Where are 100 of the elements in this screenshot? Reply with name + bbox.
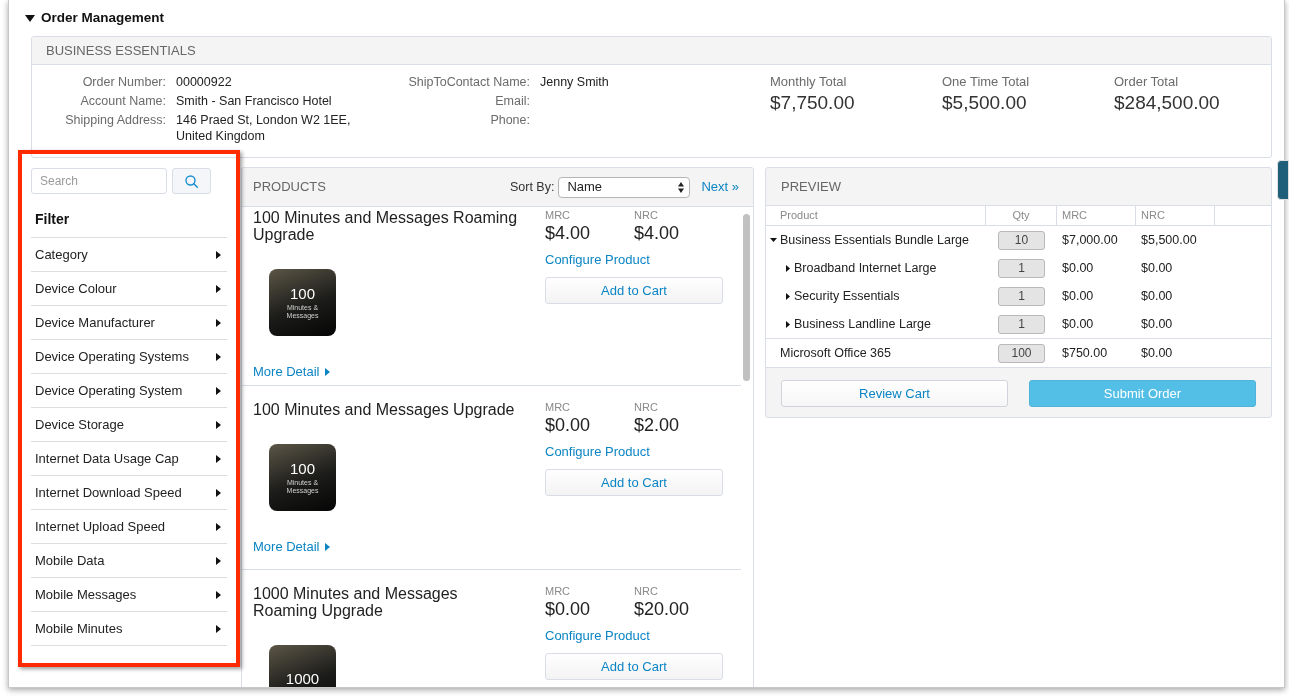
total-value: $5,500.00 [942, 92, 1027, 114]
caret-right-icon[interactable] [216, 352, 221, 361]
filter-item[interactable]: Device Manufacturer [31, 306, 227, 340]
field-value: Jenny Smith [540, 74, 610, 90]
panel-title: PREVIEW [781, 177, 841, 196]
product-name: Broadband Internet Large [794, 259, 937, 277]
filter-item[interactable]: Mobile Messages [31, 578, 227, 612]
caret-down-icon[interactable] [770, 238, 777, 242]
scrollbar[interactable] [743, 214, 750, 381]
up-down-arrow-icon [678, 181, 685, 193]
mrc-value: $0.00 [1062, 316, 1094, 331]
caret-right-icon[interactable] [216, 318, 221, 327]
search-icon [185, 174, 198, 188]
caret-right-icon[interactable] [216, 454, 221, 463]
caret-right-icon[interactable] [216, 624, 221, 633]
side-tab[interactable] [1277, 160, 1289, 200]
nrc-value: $0.00 [1141, 316, 1173, 331]
field-label: Email: [494, 93, 530, 109]
caret-down-icon[interactable] [25, 14, 35, 22]
field-label: Shipping Address: [64, 112, 166, 129]
search-button[interactable] [172, 168, 211, 194]
price-label: NRC [634, 401, 658, 414]
price-value: $4.00 [634, 223, 680, 243]
total-label: Monthly Total [770, 74, 847, 89]
column-header: Qty [1012, 208, 1030, 224]
caret-right-icon[interactable] [216, 386, 221, 395]
more-detail-link[interactable]: More Detail [253, 365, 331, 379]
filter-item[interactable]: Internet Download Speed [31, 476, 227, 510]
total-value: $7,750.00 [770, 92, 855, 114]
product-name: Business Landline Large [794, 315, 931, 333]
review-button[interactable]: Review Cart [781, 380, 1008, 407]
mrc-value: $7,000.00 [1062, 232, 1118, 247]
total-label: One Time Total [942, 74, 1030, 89]
filter-item[interactable]: Device Storage [31, 408, 227, 442]
product-title: 1000 Minutes and Messages Roaming Upgrade [253, 585, 459, 619]
nrc-value: $0.00 [1141, 288, 1173, 303]
mrc-value: $0.00 [1062, 288, 1094, 303]
caret-right-icon[interactable] [216, 250, 221, 259]
sort-label: Sort By: [509, 178, 555, 196]
quantity-field[interactable]: 1 [998, 258, 1045, 278]
add-to-cart-button[interactable]: Add to Cart [545, 653, 723, 680]
field-label: ShipToContact Name: [407, 74, 530, 90]
image-number: 1000 [285, 670, 320, 687]
nrc-value: $5,500.00 [1141, 232, 1197, 247]
next-link[interactable]: Next » [701, 177, 739, 197]
quantity-field[interactable]: 100 [998, 343, 1045, 363]
mrc-value: $0.00 [1062, 260, 1094, 275]
filter-item[interactable]: Device Operating Systems [31, 340, 227, 374]
column-header: Product [780, 208, 818, 224]
configure-product-link[interactable]: Configure Product [545, 252, 650, 268]
filter-item[interactable]: Internet Data Usage Cap [31, 442, 227, 476]
caret-right-icon[interactable] [216, 284, 221, 293]
configure-product-link[interactable]: Configure Product [545, 444, 650, 460]
product-title: 100 Minutes and Messages Roaming Upgrade [253, 209, 519, 243]
price-label: NRC [634, 585, 658, 598]
caret-right-icon[interactable] [786, 264, 790, 272]
search-field[interactable]: Search [31, 168, 167, 194]
quantity-field[interactable]: 1 [998, 286, 1045, 306]
caret-right-icon[interactable] [786, 320, 790, 328]
price-value: $0.00 [545, 415, 591, 435]
product-name: Business Essentials Bundle Large [780, 231, 969, 249]
price-label: NRC [634, 209, 658, 222]
caret-right-icon[interactable] [216, 420, 221, 429]
product-name: Microsoft Office 365 [780, 344, 891, 362]
caret-right-icon[interactable] [216, 556, 221, 565]
filter-item[interactable]: Mobile Data [31, 544, 227, 578]
add-to-cart-button[interactable]: Add to Cart [545, 469, 723, 496]
mrc-value: $750.00 [1062, 345, 1108, 360]
caret-right-icon[interactable] [216, 488, 221, 497]
section-title: Order Management [41, 8, 165, 27]
configure-product-link[interactable]: Configure Product [545, 628, 650, 644]
filter-item[interactable]: Device Colour [31, 272, 227, 306]
field-value: Smith - San Francisco Hotel [176, 93, 333, 109]
quantity-field[interactable]: 10 [998, 230, 1045, 250]
product-title: 100 Minutes and Messages Upgrade [253, 401, 516, 418]
nrc-value: $0.00 [1141, 260, 1173, 275]
filter-item[interactable]: Device Operating System [31, 374, 227, 408]
caret-right-icon[interactable] [216, 590, 221, 599]
quantity-field[interactable]: 1 [998, 314, 1045, 334]
add-to-cart-button[interactable]: Add to Cart [545, 277, 723, 304]
price-label: MRC [545, 585, 571, 598]
filter-heading: Filter [34, 211, 70, 227]
sort-select[interactable]: Name [558, 176, 691, 198]
total-value: $284,500.00 [1114, 92, 1220, 114]
field-label: Order Number: [81, 74, 166, 90]
column-header: MRC [1062, 208, 1088, 224]
field-label: Phone: [489, 112, 530, 128]
filter-item[interactable]: Internet Upload Speed [31, 510, 227, 544]
price-value: $0.00 [545, 599, 591, 619]
caret-right-icon[interactable] [786, 292, 790, 300]
caret-right-icon[interactable] [216, 522, 221, 531]
panel-title: PRODUCTS [253, 178, 326, 197]
filter-item[interactable]: Category [31, 238, 227, 272]
field-label: Account Name: [79, 93, 166, 109]
image-number: 100 [290, 460, 315, 477]
price-value: $2.00 [634, 415, 680, 435]
nrc-value: $0.00 [1141, 345, 1173, 360]
price-value: $4.00 [545, 223, 591, 243]
filter-item[interactable]: Mobile Minutes [31, 612, 227, 646]
more-detail-link[interactable]: More Detail [253, 540, 331, 554]
